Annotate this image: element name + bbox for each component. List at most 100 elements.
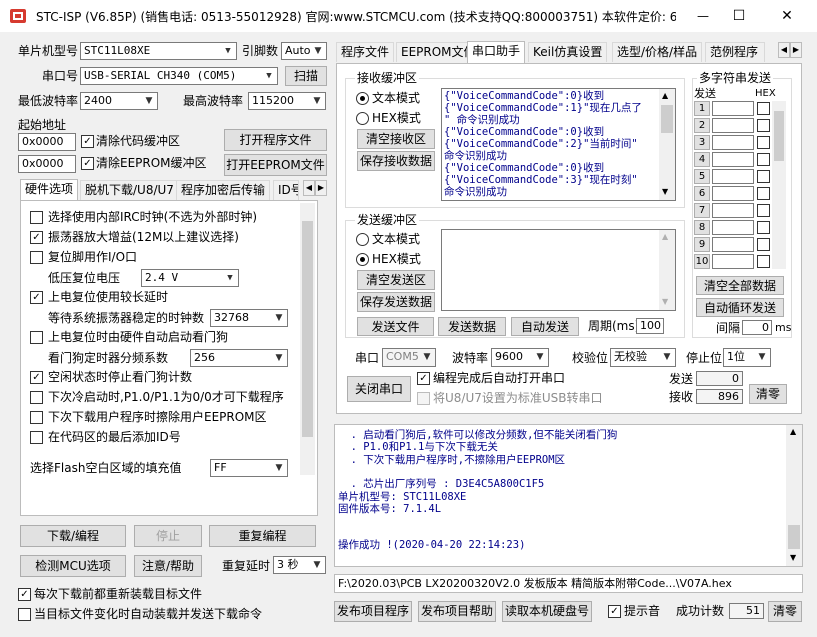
option-erase-eeprom-checkbox[interactable] bbox=[30, 411, 43, 424]
stop-button[interactable]: 停止 bbox=[134, 525, 202, 547]
eeprom-addr-input[interactable]: 0x0000 bbox=[18, 155, 76, 173]
tab-examples[interactable]: 范例程序 bbox=[705, 42, 765, 62]
tab-serial-assistant[interactable]: 串口助手 bbox=[467, 41, 526, 63]
tab-selection-price[interactable]: 选型/价格/样品 bbox=[612, 42, 703, 62]
recv-scrollbar[interactable]: ▲ ▼ bbox=[659, 89, 675, 200]
auto-load-checkbox[interactable] bbox=[18, 608, 31, 621]
tab-scroll-right[interactable]: ▶ bbox=[315, 180, 327, 196]
multi-send-row-input[interactable] bbox=[712, 118, 754, 133]
parity-select[interactable]: 无校验 ▼ bbox=[610, 348, 676, 367]
multi-send-row-hex-checkbox[interactable] bbox=[757, 153, 770, 166]
port-select[interactable]: USB-SERIAL CH340 (COM5) ▼ bbox=[80, 67, 278, 85]
serial-port-select[interactable]: COM5 ▼ bbox=[382, 348, 436, 367]
log-scrollbar[interactable]: ▲ ▼ bbox=[786, 425, 802, 566]
reprogram-button[interactable]: 重复编程 bbox=[209, 525, 316, 547]
multi-send-row-button[interactable]: 6 bbox=[694, 186, 710, 201]
multi-send-row-button[interactable]: 4 bbox=[694, 152, 710, 167]
tab-hardware[interactable]: 硬件选项 bbox=[20, 179, 79, 201]
right-tab-scroll-left[interactable]: ◀ bbox=[778, 42, 790, 58]
multi-send-row-button[interactable]: 10 bbox=[694, 254, 710, 269]
close-port-button[interactable]: 关闭串口 bbox=[347, 376, 411, 402]
multi-send-row-hex-checkbox[interactable] bbox=[757, 221, 770, 234]
recv-hex-mode-radio[interactable] bbox=[356, 112, 369, 125]
multi-send-row-input[interactable] bbox=[712, 237, 754, 252]
recv-text-mode-radio[interactable] bbox=[356, 92, 369, 105]
stop-bit-select[interactable]: 1位 ▼ bbox=[723, 348, 771, 367]
save-send-button[interactable]: 保存发送数据 bbox=[357, 292, 435, 312]
max-baud-select[interactable]: 115200 ▼ bbox=[248, 92, 326, 110]
auto-send-button[interactable]: 自动发送 bbox=[511, 317, 579, 336]
multi-send-row-hex-checkbox[interactable] bbox=[757, 170, 770, 183]
multi-send-row-hex-checkbox[interactable] bbox=[757, 102, 770, 115]
multi-send-row-button[interactable]: 8 bbox=[694, 220, 710, 235]
clear-eeprom-checkbox[interactable]: ✓ bbox=[81, 157, 94, 170]
multi-send-row-button[interactable]: 1 bbox=[694, 101, 710, 116]
multi-send-row-input[interactable] bbox=[712, 135, 754, 150]
send-textarea[interactable] bbox=[441, 229, 676, 311]
multi-send-row-input[interactable] bbox=[712, 169, 754, 184]
baud-select[interactable]: 9600 ▼ bbox=[491, 348, 549, 367]
multi-send-row-hex-checkbox[interactable] bbox=[757, 204, 770, 217]
tab-offline[interactable]: 脱机下载/U8/U7 bbox=[80, 180, 179, 200]
check-mcu-button[interactable]: 检测MCU选项 bbox=[20, 555, 126, 577]
clock-count-select[interactable]: 32768 ▼ bbox=[210, 309, 288, 327]
open-program-button[interactable]: 打开程序文件 bbox=[224, 129, 327, 151]
multi-send-row-input[interactable] bbox=[712, 186, 754, 201]
maximize-button[interactable]: ☐ bbox=[724, 4, 754, 28]
option-idle-stop-checkbox[interactable]: ✓ bbox=[30, 371, 43, 384]
multi-send-row-button[interactable]: 3 bbox=[694, 135, 710, 150]
options-scrollbar[interactable] bbox=[300, 203, 315, 475]
tab-encrypt[interactable]: 程序加密后传输 bbox=[176, 180, 271, 200]
multi-send-row-input[interactable] bbox=[712, 254, 754, 269]
min-baud-select[interactable]: 2400 ▼ bbox=[80, 92, 158, 110]
option-gain-checkbox[interactable]: ✓ bbox=[30, 231, 43, 244]
close-button[interactable]: ✕ bbox=[772, 4, 802, 28]
tab-scroll-left[interactable]: ◀ bbox=[303, 180, 315, 196]
mcu-model-select[interactable]: STC11L08XE ▼ bbox=[80, 42, 237, 60]
usb-checkbox[interactable] bbox=[417, 392, 430, 405]
clear-all-button[interactable]: 清空全部数据 bbox=[696, 276, 784, 295]
auto-open-checkbox[interactable]: ✓ bbox=[417, 372, 430, 385]
fill-value-select[interactable]: FF ▼ bbox=[210, 459, 288, 477]
low-voltage-select[interactable]: 2.4 V ▼ bbox=[141, 269, 239, 287]
multi-send-row-input[interactable] bbox=[712, 203, 754, 218]
multi-send-row-button[interactable]: 2 bbox=[694, 118, 710, 133]
multi-send-row-hex-checkbox[interactable] bbox=[757, 238, 770, 251]
clear-send-button[interactable]: 清空发送区 bbox=[357, 270, 435, 290]
read-disk-button[interactable]: 读取本机硬盘号 bbox=[502, 601, 592, 622]
option-internal-irc-checkbox[interactable] bbox=[30, 211, 43, 224]
tab-program-file[interactable]: 程序文件 bbox=[336, 42, 395, 62]
help-button[interactable]: 注意/帮助 bbox=[134, 555, 202, 577]
send-data-button[interactable]: 发送数据 bbox=[438, 317, 506, 336]
download-button[interactable]: 下载/编程 bbox=[20, 525, 126, 547]
multi-scrollbar[interactable] bbox=[772, 101, 786, 269]
tab-id[interactable]: ID号 bbox=[273, 180, 299, 200]
option-reset-io-checkbox[interactable] bbox=[30, 251, 43, 264]
multi-send-row-button[interactable]: 5 bbox=[694, 169, 710, 184]
clear-count-button[interactable]: 清零 bbox=[749, 384, 787, 404]
watchdog-div-select[interactable]: 256 ▼ bbox=[190, 349, 288, 367]
minimize-button[interactable]: — bbox=[688, 4, 718, 28]
multi-send-row-input[interactable] bbox=[712, 152, 754, 167]
send-hex-mode-radio[interactable] bbox=[356, 253, 369, 266]
publish-button[interactable]: 发布项目程序 bbox=[334, 601, 412, 622]
multi-send-row-input[interactable] bbox=[712, 101, 754, 116]
pin-count-select[interactable]: Auto ▼ bbox=[281, 42, 327, 60]
multi-send-row-hex-checkbox[interactable] bbox=[757, 255, 770, 268]
multi-send-row-hex-checkbox[interactable] bbox=[757, 136, 770, 149]
option-add-id-checkbox[interactable] bbox=[30, 431, 43, 444]
send-scrollbar[interactable]: ▲ ▼ bbox=[659, 230, 675, 310]
clear-code-checkbox[interactable]: ✓ bbox=[81, 135, 94, 148]
option-cold-start-checkbox[interactable] bbox=[30, 391, 43, 404]
publish-help-button[interactable]: 发布项目帮助 bbox=[418, 601, 496, 622]
multi-send-row-hex-checkbox[interactable] bbox=[757, 187, 770, 200]
right-tab-scroll-right[interactable]: ▶ bbox=[790, 42, 802, 58]
repeat-delay-select[interactable]: 3 秒 ▼ bbox=[273, 556, 326, 574]
open-eeprom-button[interactable]: 打开EEPROM文件 bbox=[224, 154, 327, 176]
sound-checkbox[interactable]: ✓ bbox=[608, 605, 621, 618]
option-watchdog-auto-checkbox[interactable] bbox=[30, 331, 43, 344]
multi-send-row-hex-checkbox[interactable] bbox=[757, 119, 770, 132]
scan-button[interactable]: 扫描 bbox=[285, 66, 327, 86]
multi-send-row-input[interactable] bbox=[712, 220, 754, 235]
send-file-button[interactable]: 发送文件 bbox=[357, 317, 434, 336]
